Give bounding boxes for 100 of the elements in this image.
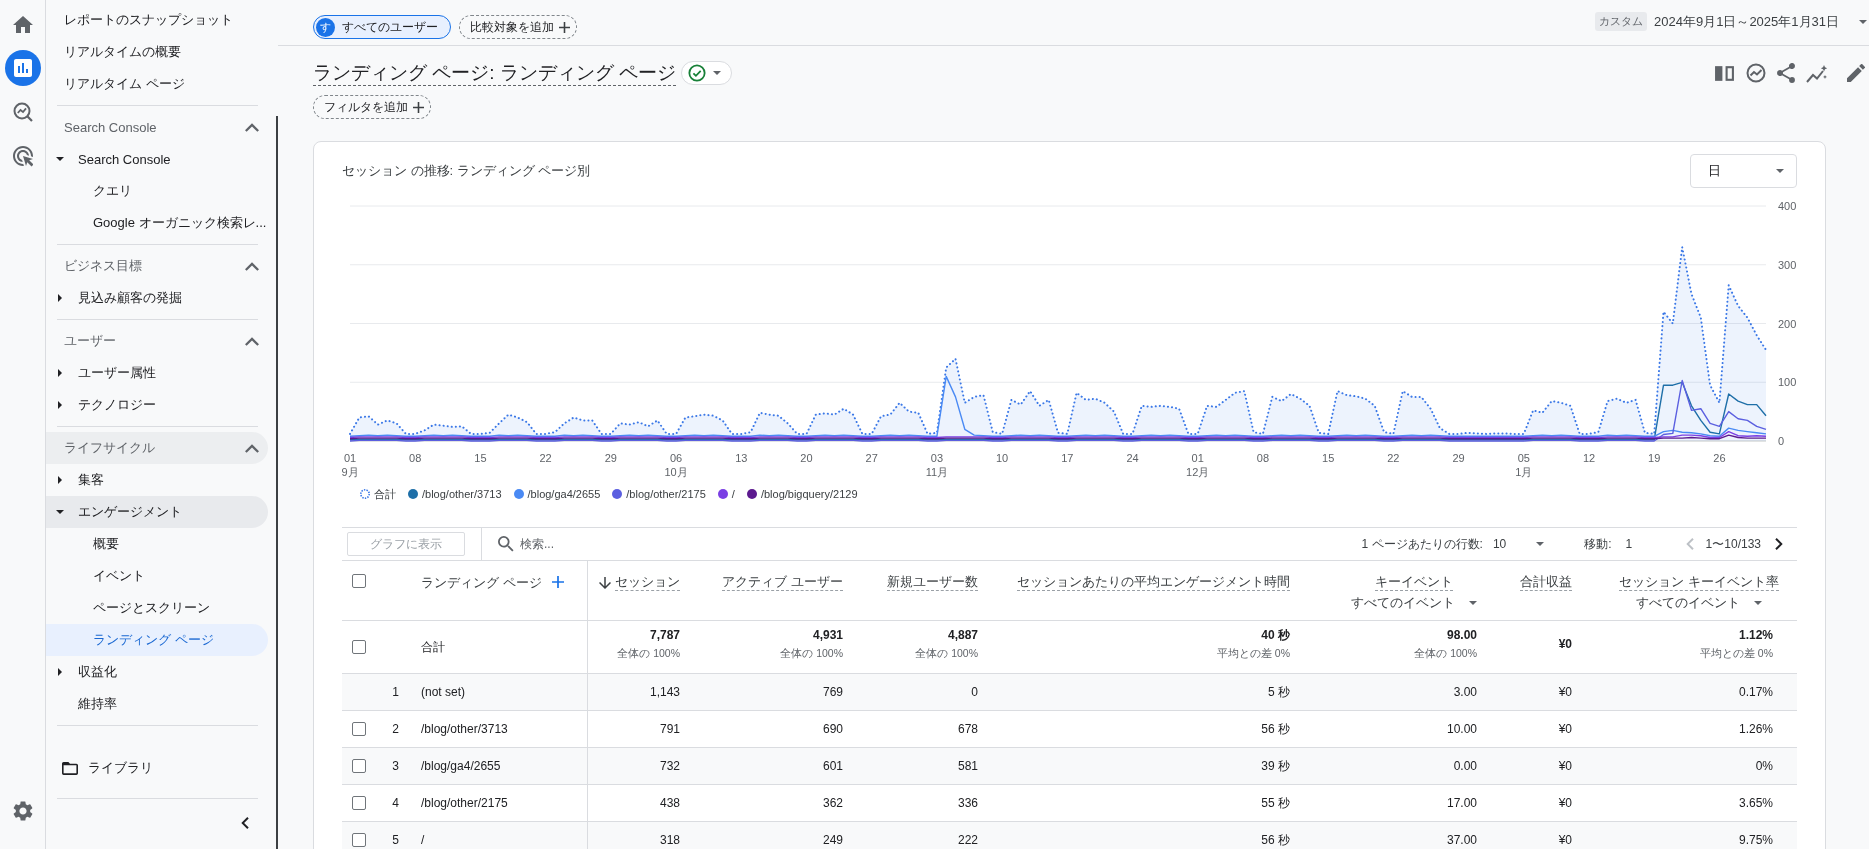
table-cell: 0.17%: [1738, 685, 1773, 699]
table-cell: 17.00: [1446, 796, 1477, 810]
trend-sparkle-icon[interactable]: [1806, 63, 1828, 83]
nav-item[interactable]: リアルタイムの概要: [46, 36, 268, 68]
add-dimension-button[interactable]: [551, 576, 564, 588]
table-cell: 732: [659, 759, 680, 773]
checkbox[interactable]: [352, 574, 366, 588]
nav-item[interactable]: Google オーガニック検索レ...: [46, 207, 268, 239]
y-tick-label: 0: [1778, 435, 1785, 447]
x-tick-label: 06 10月: [664, 452, 688, 478]
nav-section-header[interactable]: Search Console: [46, 111, 268, 143]
share-icon[interactable]: [1777, 63, 1795, 83]
plus-icon: [413, 101, 424, 113]
table-cell: ¥0: [1558, 759, 1572, 773]
event-filter-dropdown[interactable]: すべてのイベント: [1351, 594, 1477, 612]
nav-item[interactable]: 集客: [46, 464, 268, 496]
segment-chip[interactable]: す すべてのユーザー: [313, 15, 451, 39]
table-cell: 678: [957, 722, 978, 736]
date-range-button[interactable]: 2024年9月1日～2025年1月31日: [1654, 12, 1867, 31]
legend-label: /blog/other/2175: [626, 488, 706, 500]
x-tick-label: 27: [865, 452, 878, 464]
plus-icon: [551, 576, 564, 588]
go-to-label: 移動:: [1584, 535, 1612, 553]
table-cell: 362: [822, 796, 843, 810]
x-tick-label: 24: [1126, 452, 1139, 464]
checkbox[interactable]: [352, 833, 366, 847]
checkbox[interactable]: [352, 759, 366, 773]
nav-section-header[interactable]: ライフサイクル: [46, 432, 268, 464]
nav-section-header[interactable]: ビジネス目標: [46, 250, 268, 282]
checkbox[interactable]: [352, 722, 366, 736]
table-cell: ¥0: [1558, 685, 1572, 699]
nav-item[interactable]: 見込み顧客の発掘: [46, 282, 268, 314]
nav-item[interactable]: 概要: [46, 528, 268, 560]
row-number: 4: [391, 796, 399, 810]
nav-item[interactable]: テクノロジー: [46, 389, 268, 421]
reports-button[interactable]: [4, 50, 41, 86]
nav-item[interactable]: レポートのスナップショット: [46, 4, 268, 36]
caret-down-icon: [1754, 601, 1763, 605]
x-tick-label: 01 9月: [342, 452, 359, 478]
table-cell: 56 秒: [1261, 831, 1290, 849]
nav-item[interactable]: 収益化: [46, 656, 268, 688]
nav-item[interactable]: ユーザー属性: [46, 357, 268, 389]
y-tick-label: 300: [1778, 258, 1797, 271]
x-tick-label: 03 11月: [925, 452, 949, 478]
nav-item[interactable]: ページとスクリーン: [46, 592, 268, 624]
event-filter-dropdown[interactable]: すべてのイベント: [1636, 594, 1763, 612]
plus-icon: [559, 21, 570, 33]
granularity-dropdown[interactable]: 日: [1690, 154, 1797, 188]
total-value: 4,931: [812, 628, 843, 643]
total-value: 7,787: [649, 628, 680, 643]
column-header[interactable]: 新規ユーザー数: [887, 574, 978, 591]
column-header[interactable]: セッションあたりの平均エンゲージメント時間: [1017, 574, 1290, 591]
table-cell: 581: [957, 759, 978, 773]
table-cell: 9.75%: [1738, 833, 1773, 847]
y-tick-label: 100: [1778, 376, 1797, 389]
column-header[interactable]: アクティブ ユーザー: [722, 574, 843, 591]
total-note: 平均との差 0%: [1216, 646, 1290, 660]
nav-section-header[interactable]: ユーザー: [46, 325, 268, 357]
checkbox[interactable]: [352, 640, 366, 654]
page-range-text: 1〜10/133: [1705, 535, 1761, 553]
table-cell: 222: [957, 833, 978, 847]
column-header[interactable]: キーイベント: [1375, 574, 1453, 591]
column-header[interactable]: 合計収益: [1520, 574, 1572, 591]
total-value: 4,887: [947, 628, 978, 643]
row-number: 1: [391, 685, 399, 699]
rows-per-page-dropdown[interactable]: 10: [1490, 537, 1547, 551]
total-note: 全体の 100%: [1414, 646, 1477, 660]
total-note: 全体の 100%: [780, 646, 843, 660]
nav-item[interactable]: クエリ: [46, 175, 268, 207]
report-title: ランディング ページ: ランディング ページ: [313, 60, 677, 86]
row-number: 5: [391, 833, 399, 847]
nav-item[interactable]: ランディング ページ: [46, 624, 268, 656]
legend-label: /blog/ga4/2655: [527, 488, 601, 500]
trend-circle-icon[interactable]: [1746, 63, 1766, 83]
dimension-cell: /: [421, 833, 425, 847]
total-value: 1.12%: [1738, 628, 1773, 643]
nav-item[interactable]: Search Console: [46, 143, 268, 175]
column-header[interactable]: セッション: [599, 574, 680, 591]
x-tick-label: 29: [1452, 452, 1465, 464]
nav-item[interactable]: イベント: [46, 560, 268, 592]
search-field[interactable]: 検索...: [520, 537, 630, 551]
nav-item[interactable]: 維持率: [46, 688, 268, 720]
checkbox[interactable]: [352, 796, 366, 810]
table-cell: 1,143: [649, 685, 680, 699]
columns-icon[interactable]: [1714, 64, 1735, 82]
nav-item[interactable]: リアルタイム ページ: [46, 68, 268, 100]
chevron-left-icon: [1685, 538, 1694, 550]
legend-label: /blog/other/3713: [422, 488, 502, 500]
library-item[interactable]: ライブラリ: [46, 752, 268, 784]
table-cell: 3.00: [1453, 685, 1477, 699]
x-tick-label: 13: [735, 452, 748, 464]
page-number-field[interactable]: 1: [1625, 537, 1652, 551]
column-header[interactable]: セッション キーイベント率: [1619, 574, 1779, 591]
dimension-cell: /blog/other/2175: [421, 796, 508, 810]
home-icon: [12, 15, 33, 33]
x-tick-label: 08: [1256, 452, 1270, 464]
table-cell: 0: [971, 685, 978, 699]
nav-item[interactable]: エンゲージメント: [46, 496, 268, 528]
status-button[interactable]: [681, 61, 733, 85]
edit-icon[interactable]: [1847, 64, 1865, 82]
